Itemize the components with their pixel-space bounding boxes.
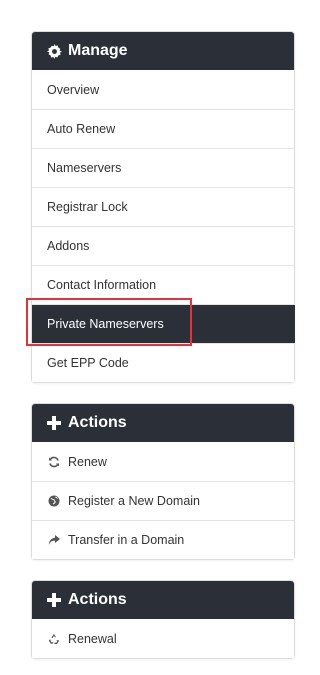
manage-item-label: Overview: [47, 82, 100, 97]
manage-item-auto-renew[interactable]: Auto Renew: [32, 109, 294, 148]
gear-icon: [46, 43, 62, 59]
action-item-label: Renewal: [68, 631, 117, 646]
action-item-renew[interactable]: Renew: [32, 442, 294, 481]
plus-icon: [46, 592, 62, 608]
manage-item-label: Private Nameservers: [47, 317, 164, 331]
manage-item-overview[interactable]: Overview: [32, 70, 294, 109]
globe-icon: [47, 494, 61, 508]
manage-item-nameservers[interactable]: Nameservers: [32, 148, 294, 187]
action-item-label: Register a New Domain: [68, 494, 200, 508]
recycle-icon: [47, 632, 61, 646]
action-item-transfer-domain[interactable]: Transfer in a Domain: [32, 520, 294, 559]
actions-panel-heading: Actions: [32, 581, 294, 619]
action-item-renewal[interactable]: Renewal: [32, 619, 294, 658]
manage-item-contact-information[interactable]: Contact Information: [32, 265, 294, 304]
manage-item-label: Registrar Lock: [47, 200, 128, 214]
manage-item-get-epp-code[interactable]: Get EPP Code: [32, 343, 294, 382]
action-item-register-domain[interactable]: Register a New Domain: [32, 481, 294, 520]
manage-item-addons[interactable]: Addons: [32, 226, 294, 265]
manage-item-label: Auto Renew: [47, 122, 116, 136]
share-arrow-icon: [47, 533, 61, 547]
actions-panel-heading: Actions: [32, 404, 294, 442]
manage-item-label: Get EPP Code: [47, 356, 129, 370]
actions-panel-secondary: Actions Renewal: [31, 580, 295, 659]
actions-title: Actions: [68, 414, 127, 431]
refresh-icon: [47, 455, 61, 469]
manage-item-registrar-lock[interactable]: Registrar Lock: [32, 187, 294, 226]
manage-item-private-nameservers[interactable]: Private Nameservers: [32, 304, 295, 343]
manage-panel-heading: Manage: [32, 32, 294, 70]
actions-panel: Actions Renew Register a New Domain Tran…: [31, 403, 295, 560]
action-item-label: Transfer in a Domain: [68, 533, 185, 547]
manage-title: Manage: [68, 42, 128, 59]
manage-item-label: Nameservers: [47, 161, 122, 175]
action-item-label: Renew: [68, 454, 107, 469]
plus-icon: [46, 415, 62, 431]
manage-item-label: Addons: [47, 239, 90, 253]
manage-item-label: Contact Information: [47, 278, 157, 292]
manage-panel: Manage Overview Auto Renew Nameservers R…: [31, 31, 295, 383]
actions-title: Actions: [68, 591, 127, 608]
